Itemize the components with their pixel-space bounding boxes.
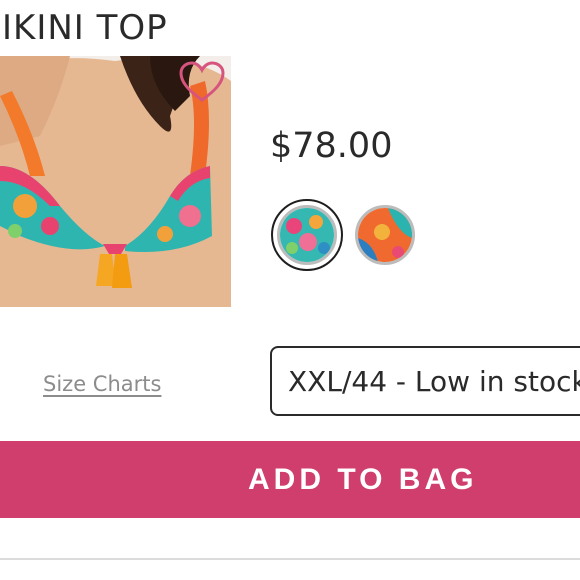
size-select[interactable]: XXL/44 - Low in stock <box>270 346 580 416</box>
add-to-bag-button[interactable]: ADD TO BAG <box>0 441 580 518</box>
product-title: IKINI TOP <box>2 8 168 48</box>
add-to-bag-label: ADD TO BAG <box>248 463 478 496</box>
swatch-tropical-orange-print[interactable] <box>355 205 415 265</box>
size-charts-link[interactable]: Size Charts <box>43 370 161 398</box>
section-divider <box>0 558 580 560</box>
wishlist-heart-icon[interactable] <box>178 60 226 104</box>
size-select-value: XXL/44 - Low in stock <box>288 365 580 398</box>
swatch-teal-print-pattern <box>280 208 334 262</box>
swatch-tropical-teal-print[interactable] <box>277 205 337 265</box>
product-detail-page: IKINI TOP $78.00 Size Charts XXL/44 - Lo… <box>0 0 580 580</box>
product-price: $78.00 <box>270 126 393 166</box>
swatch-orange-print-pattern <box>358 208 412 262</box>
heart-outline-icon <box>179 61 225 102</box>
